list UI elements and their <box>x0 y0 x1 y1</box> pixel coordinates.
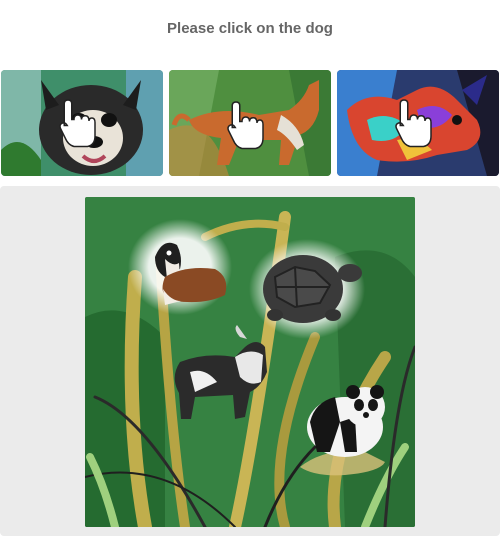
turtle-icon[interactable] <box>249 239 365 339</box>
challenge-area <box>0 186 500 536</box>
instruction-text: Please click on the dog <box>167 20 333 37</box>
example-image-3 <box>337 70 499 176</box>
example-image-1 <box>1 70 163 176</box>
example-image-2 <box>169 70 331 176</box>
challenge-image[interactable] <box>85 197 415 527</box>
example-images-row <box>0 70 500 177</box>
dog-icon[interactable] <box>128 219 232 315</box>
